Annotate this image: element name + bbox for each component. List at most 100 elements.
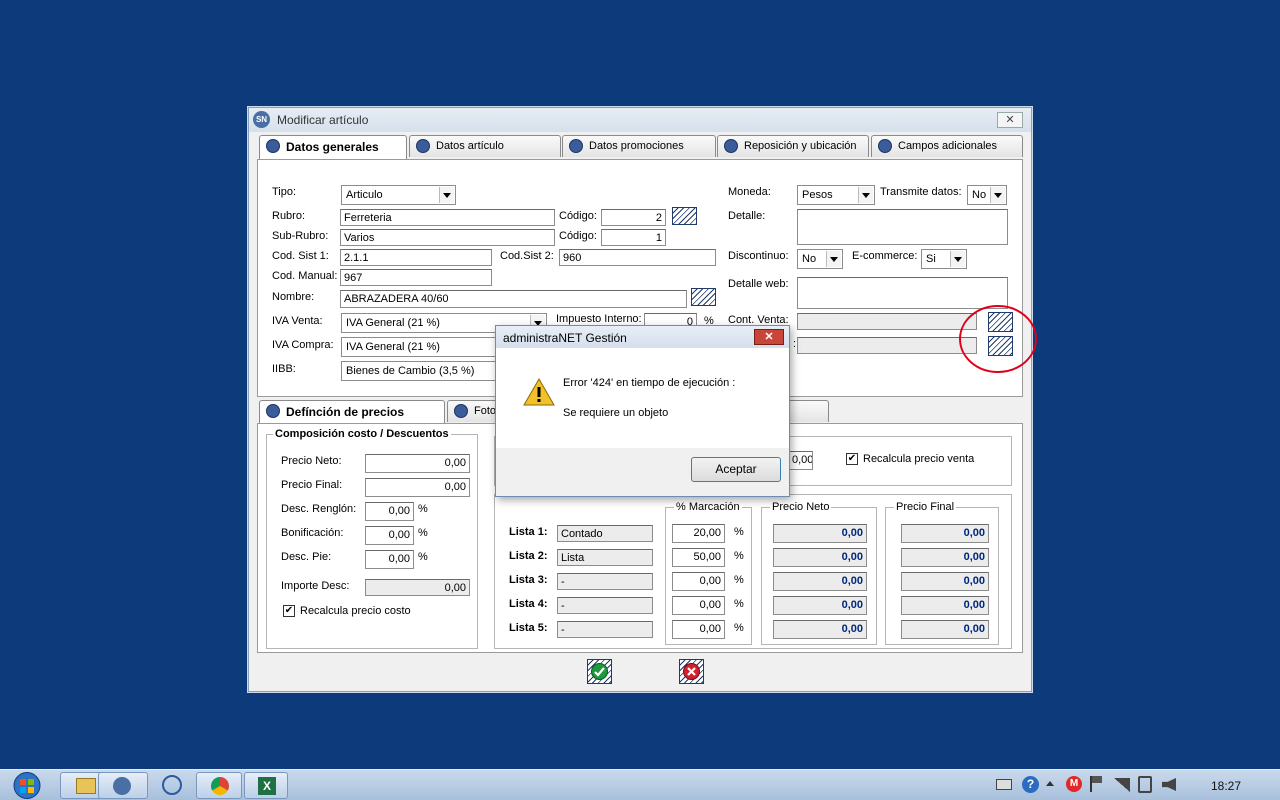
subrubro-codigo-input[interactable]: 1 xyxy=(601,229,666,246)
marcacion-input[interactable]: 0,00 xyxy=(672,572,725,591)
recalcula-costo-checkbox[interactable]: ✔ xyxy=(283,605,295,617)
taskbar-excel[interactable]: X xyxy=(244,772,288,799)
rubro-input[interactable]: Ferreteria xyxy=(340,209,555,226)
marcacion-header: % Marcación xyxy=(674,501,742,513)
tab-definicion-precios[interactable]: Defínción de precios xyxy=(259,400,445,425)
ecommerce-value: Si xyxy=(926,253,936,265)
subrubro-label: Sub-Rubro: xyxy=(272,230,329,242)
rubro-search-button[interactable] xyxy=(672,207,697,225)
check-icon xyxy=(591,663,608,680)
lista-name-input[interactable]: - xyxy=(557,573,653,590)
excel-icon: X xyxy=(258,777,276,795)
marcacion-input[interactable]: 50,00 xyxy=(672,548,725,567)
marcacion-input[interactable]: 20,00 xyxy=(672,524,725,543)
antivirus-icon[interactable]: M xyxy=(1066,776,1082,792)
lista-name-input[interactable]: Lista xyxy=(557,549,653,566)
lista-name-input[interactable]: - xyxy=(557,621,653,638)
cod-manual-input[interactable]: 967 xyxy=(340,269,492,286)
dialog-message-line2: Se requiere un objeto xyxy=(563,407,669,419)
highlight-circle xyxy=(959,305,1037,373)
dialog-title-bar: administraNET Gestión ✕ xyxy=(496,326,789,348)
chevron-down-icon[interactable] xyxy=(826,251,841,267)
help-icon[interactable]: ? xyxy=(1022,776,1039,793)
neto-header: Precio Neto xyxy=(770,501,832,513)
tab-reposicion[interactable]: Reposición y ubicación xyxy=(717,135,869,157)
pct-label: % xyxy=(734,622,744,634)
keyboard-icon[interactable] xyxy=(996,779,1012,790)
tab-datos-generales[interactable]: Datos generales xyxy=(259,135,407,160)
tipo-label: Tipo: xyxy=(272,186,297,198)
marcacion-input[interactable]: 0,00 xyxy=(672,596,725,615)
start-button[interactable] xyxy=(8,770,46,800)
rubro-codigo-label: Código: xyxy=(559,210,597,222)
precio-final-label: Precio Final: xyxy=(281,479,343,491)
nombre-edit-button[interactable] xyxy=(691,288,716,306)
transmite-select[interactable]: No xyxy=(967,185,1007,205)
clock[interactable]: 18:27 xyxy=(1211,779,1241,793)
bonificacion-input[interactable]: 0,00 xyxy=(365,526,414,545)
chevron-down-icon[interactable] xyxy=(439,187,454,203)
iibb-value: Bienes de Cambio (3,5 %) xyxy=(346,365,475,377)
cod-sist2-input[interactable]: 960 xyxy=(559,249,716,266)
marcacion-input[interactable]: 0,00 xyxy=(672,620,725,639)
dialog-close-button[interactable]: ✕ xyxy=(754,329,784,345)
pct-label: % xyxy=(734,574,744,586)
subrubro-input[interactable]: Varios xyxy=(340,229,555,246)
dialog-body: Error '424' en tiempo de ejecución : Se … xyxy=(496,348,789,448)
desc-pie-unit: % xyxy=(418,551,428,563)
chevron-down-icon[interactable] xyxy=(990,187,1005,203)
lista-name-input[interactable]: - xyxy=(557,597,653,614)
lista-label: Lista 4: xyxy=(509,598,548,610)
lista-name-input[interactable]: Contado xyxy=(557,525,653,542)
precio-final-input[interactable]: 0,00 xyxy=(365,478,470,497)
chevron-down-icon[interactable] xyxy=(950,251,965,267)
recalcula-venta-checkbox[interactable]: ✔ xyxy=(846,453,858,465)
subrubro-codigo-label: Código: xyxy=(559,230,597,242)
detalle-textarea[interactable] xyxy=(797,209,1008,245)
taskbar-chrome[interactable] xyxy=(196,772,242,799)
precio-neto-output: 0,00 xyxy=(773,524,867,543)
dialog-ok-button[interactable]: Aceptar xyxy=(691,457,781,482)
cancel-button[interactable] xyxy=(679,659,704,684)
volume-icon[interactable] xyxy=(1162,778,1176,791)
bonificacion-label: Bonificación: xyxy=(281,527,344,539)
rubro-codigo-input[interactable]: 2 xyxy=(601,209,666,226)
nombre-input[interactable]: ABRAZADERA 40/60 xyxy=(340,290,687,308)
tab-campos-adicionales[interactable]: Campos adicionales xyxy=(871,135,1023,157)
title-bar: SN Modificar artículo ✕ xyxy=(249,108,1031,132)
discontinuo-select[interactable]: No xyxy=(797,249,843,269)
taskbar-administranet[interactable] xyxy=(98,772,148,799)
tab-datos-promociones[interactable]: Datos promociones xyxy=(562,135,716,157)
tipo-select[interactable]: Articulo xyxy=(341,185,456,205)
taskbar-browser-icon[interactable] xyxy=(162,775,182,795)
tab-icon xyxy=(416,139,430,153)
cont-compra-label: : xyxy=(793,338,797,350)
ecommerce-select[interactable]: Si xyxy=(921,249,967,269)
iva-venta-value: IVA General (21 %) xyxy=(346,317,440,329)
accept-button[interactable] xyxy=(587,659,612,684)
network-icon[interactable] xyxy=(1114,778,1130,792)
flag-icon[interactable] xyxy=(1090,776,1104,792)
device-icon[interactable] xyxy=(1138,776,1152,793)
chevron-down-icon[interactable] xyxy=(858,187,873,203)
iibb-label: IIBB: xyxy=(272,363,296,375)
cont-venta-input[interactable] xyxy=(797,313,977,330)
precio-neto-output: 0,00 xyxy=(773,548,867,567)
desc-renglon-input[interactable]: 0,00 xyxy=(365,502,414,521)
cod-sist1-label: Cod. Sist 1: xyxy=(272,250,329,262)
moneda-select[interactable]: Pesos xyxy=(797,185,875,205)
tab-datos-articulo[interactable]: Datos artículo xyxy=(409,135,561,157)
precio-neto-input[interactable]: 0,00 xyxy=(365,454,470,473)
tab-label: Datos generales xyxy=(286,140,379,154)
desc-pie-input[interactable]: 0,00 xyxy=(365,550,414,569)
lista-row: Lista 5: - 0,00 % 0,00 0,00 xyxy=(495,619,1013,643)
tab-icon xyxy=(878,139,892,153)
lista-label: Lista 3: xyxy=(509,574,548,586)
cod-sist1-input[interactable]: 2.1.1 xyxy=(340,249,492,266)
tab-icon xyxy=(724,139,738,153)
show-hidden-icons[interactable] xyxy=(1046,781,1054,786)
venta-top-input[interactable]: 0,00 xyxy=(788,451,813,470)
cont-compra-input[interactable] xyxy=(797,337,977,354)
desc-renglon-unit: % xyxy=(418,503,428,515)
close-button[interactable]: ✕ xyxy=(997,112,1023,128)
